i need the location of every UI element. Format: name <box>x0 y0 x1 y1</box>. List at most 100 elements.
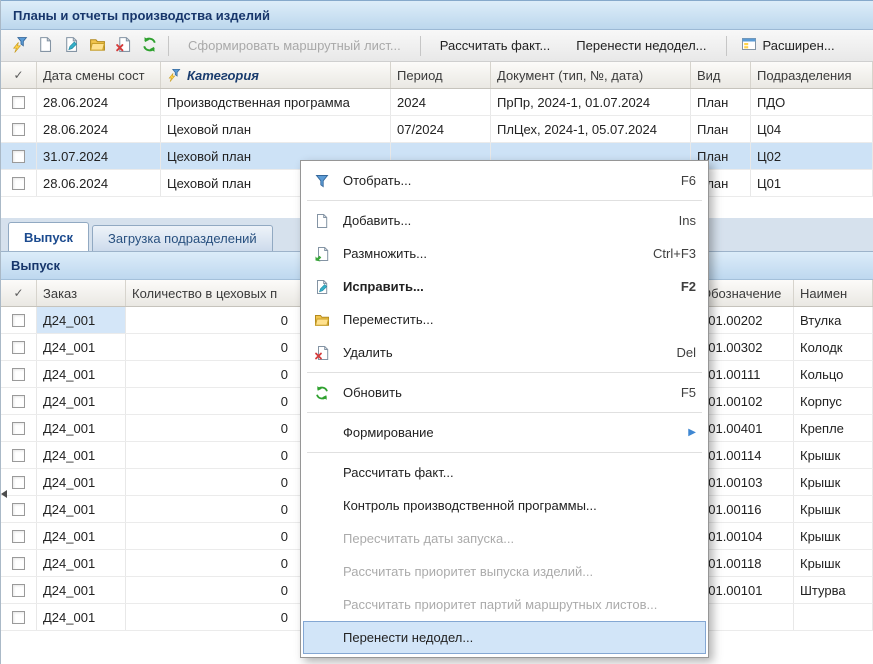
row-checkbox[interactable] <box>12 584 25 597</box>
header-check-column[interactable]: ✓ <box>1 62 37 88</box>
menu-item-filter[interactable]: Отобрать... F6 <box>303 164 706 197</box>
filter-button[interactable] <box>6 33 32 59</box>
generate-route-list-button[interactable]: Сформировать маршрутный лист... <box>175 33 414 59</box>
tab-zagruzka-podrazdelenij[interactable]: Загрузка подразделений <box>92 225 273 251</box>
cell-kind: План <box>691 89 751 115</box>
delete-document-icon <box>115 36 132 56</box>
cell-name: Крышк <box>794 469 873 495</box>
header-departments[interactable]: Подразделения <box>751 62 873 88</box>
calc-fact-button[interactable]: Рассчитать факт... <box>427 33 564 59</box>
row-checkbox[interactable] <box>12 557 25 570</box>
extended-button[interactable]: Расширен... <box>733 33 843 59</box>
menu-separator <box>307 412 702 413</box>
header-check-column[interactable]: ✓ <box>1 280 37 306</box>
move-folder-icon <box>308 312 336 328</box>
cell-quantity: 0 <box>126 496 303 522</box>
cell-designation: 001.00114 <box>695 442 794 468</box>
cell-category: Производственная программа <box>161 89 391 115</box>
header-category[interactable]: Категория <box>161 62 391 88</box>
cell-order: Д24_001 <box>37 307 126 333</box>
header-designation[interactable]: Обозначение <box>695 280 794 306</box>
header-document[interactable]: Документ (тип, №, дата) <box>491 62 691 88</box>
menu-item-formation[interactable]: Формирование ▶ <box>303 416 706 449</box>
row-checkbox[interactable] <box>12 177 25 190</box>
menu-item-delete[interactable]: Удалить Del <box>303 336 706 369</box>
refresh-icon <box>308 385 336 401</box>
menu-item-calc-fact[interactable]: Рассчитать факт... <box>303 456 706 489</box>
cell-quantity: 0 <box>126 388 303 414</box>
edit-document-icon <box>63 36 80 56</box>
cell-period: 07/2024 <box>391 116 491 142</box>
row-checkbox[interactable] <box>12 341 25 354</box>
delete-button[interactable] <box>110 33 136 59</box>
transfer-shortfall-button[interactable]: Перенести недодел... <box>563 33 719 59</box>
add-document-icon <box>308 213 336 229</box>
edit-document-icon <box>308 279 336 295</box>
menu-item-priority-products: Рассчитать приоритет выпуска изделий... <box>303 555 706 588</box>
cell-designation <box>695 604 794 630</box>
splitter-collapse-button[interactable] <box>1 487 9 501</box>
row-checkbox[interactable] <box>12 368 25 381</box>
row-checkbox[interactable] <box>12 395 25 408</box>
cell-departments: Ц01 <box>751 170 873 196</box>
delete-document-icon <box>308 345 336 361</box>
row-checkbox[interactable] <box>12 123 25 136</box>
header-period[interactable]: Период <box>391 62 491 88</box>
row-checkbox[interactable] <box>12 96 25 109</box>
move-button[interactable] <box>84 33 110 59</box>
cell-designation: 001.00118 <box>695 550 794 576</box>
header-order[interactable]: Заказ <box>37 280 126 306</box>
menu-item-add[interactable]: Добавить... Ins <box>303 204 706 237</box>
plan-row[interactable]: 28.06.2024 Производственная программа 20… <box>1 89 873 116</box>
cell-order: Д24_001 <box>37 604 126 630</box>
tab-vypusk[interactable]: Выпуск <box>8 222 89 251</box>
cell-order: Д24_001 <box>37 496 126 522</box>
row-checkbox[interactable] <box>12 150 25 163</box>
row-checkbox[interactable] <box>12 422 25 435</box>
duplicate-document-icon <box>308 246 336 262</box>
menu-item-duplicate[interactable]: Размножить... Ctrl+F3 <box>303 237 706 270</box>
add-button[interactable] <box>32 33 58 59</box>
main-toolbar: Сформировать маршрутный лист... Рассчита… <box>1 30 873 62</box>
cell-designation: 001.00401 <box>695 415 794 441</box>
cell-period: 2024 <box>391 89 491 115</box>
menu-item-move[interactable]: Переместить... <box>303 303 706 336</box>
cell-order: Д24_001 <box>37 550 126 576</box>
cell-name: Штурва <box>794 577 873 603</box>
cell-date: 28.06.2024 <box>37 89 161 115</box>
edit-button[interactable] <box>58 33 84 59</box>
row-checkbox[interactable] <box>12 611 25 624</box>
cell-departments: Ц04 <box>751 116 873 142</box>
cell-order: Д24_001 <box>37 523 126 549</box>
menu-item-program-control[interactable]: Контроль производственной программы... <box>303 489 706 522</box>
header-quantity[interactable]: Количество в цеховых п <box>126 280 303 306</box>
cell-kind: План <box>691 116 751 142</box>
cell-departments: Ц02 <box>751 143 873 169</box>
menu-item-transfer-shortfall[interactable]: Перенести недодел... <box>303 621 706 654</box>
row-checkbox[interactable] <box>12 449 25 462</box>
cell-quantity: 0 <box>126 469 303 495</box>
header-kind[interactable]: Вид <box>691 62 751 88</box>
menu-item-edit[interactable]: Исправить... F2 <box>303 270 706 303</box>
row-checkbox[interactable] <box>12 314 25 327</box>
cell-designation: 001.00116 <box>695 496 794 522</box>
extended-view-icon <box>741 36 757 55</box>
cell-quantity: 0 <box>126 604 303 630</box>
header-name[interactable]: Наимен <box>794 280 873 306</box>
cell-quantity: 0 <box>126 307 303 333</box>
row-checkbox[interactable] <box>12 530 25 543</box>
cell-date: 28.06.2024 <box>37 116 161 142</box>
cell-name: Крышк <box>794 523 873 549</box>
menu-item-recalc-launch-dates: Пересчитать даты запуска... <box>303 522 706 555</box>
section-title: Выпуск <box>11 258 60 273</box>
row-checkbox[interactable] <box>12 503 25 516</box>
cell-quantity: 0 <box>126 415 303 441</box>
cell-designation: 001.00302 <box>695 334 794 360</box>
menu-item-refresh[interactable]: Обновить F5 <box>303 376 706 409</box>
cell-designation: 001.00102 <box>695 388 794 414</box>
header-date[interactable]: Дата смены сост <box>37 62 161 88</box>
row-checkbox[interactable] <box>12 476 25 489</box>
refresh-button[interactable] <box>136 33 162 59</box>
cell-name: Колодк <box>794 334 873 360</box>
plan-row[interactable]: 28.06.2024 Цеховой план 07/2024 ПлЦех, 2… <box>1 116 873 143</box>
